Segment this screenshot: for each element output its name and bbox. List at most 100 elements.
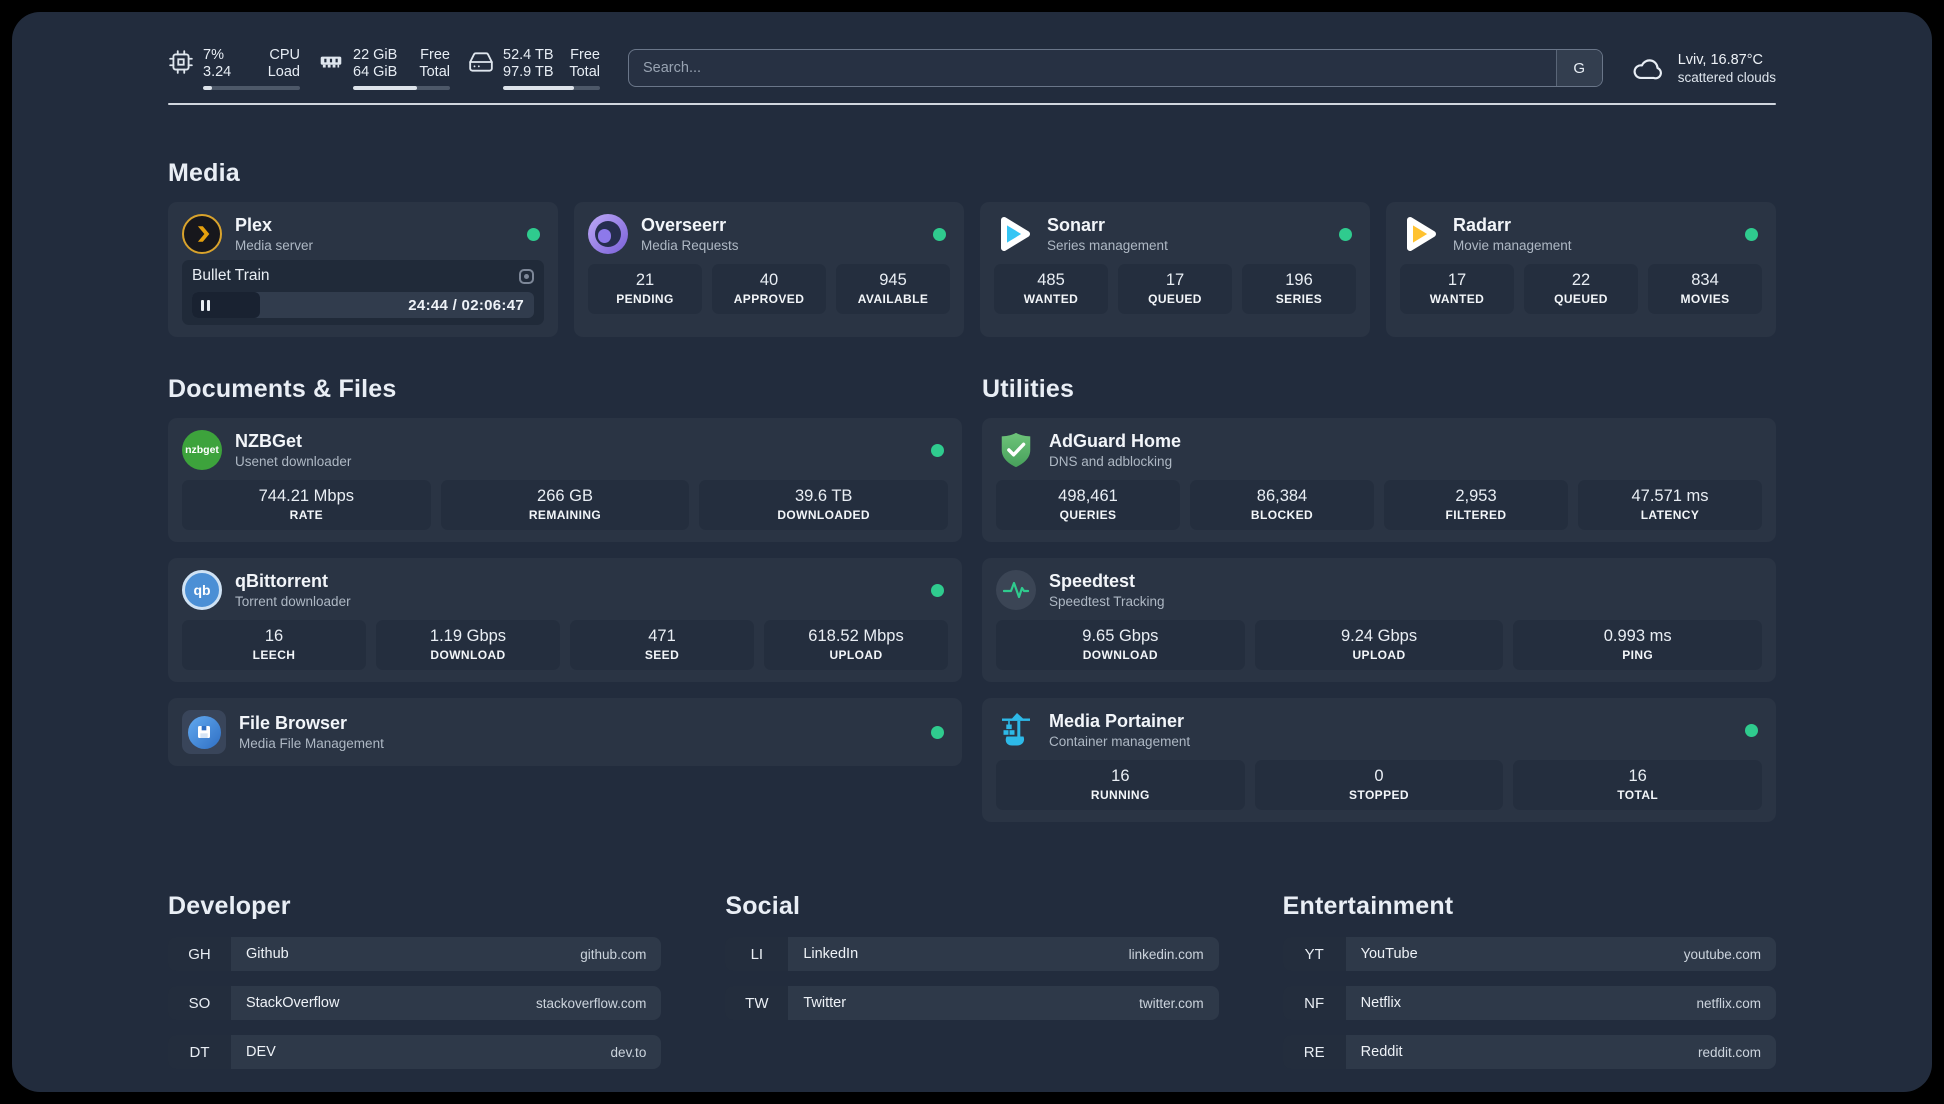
cpu-load: 3.24	[203, 64, 232, 80]
status-dot-online	[933, 227, 946, 241]
stat-wanted: 17 WANTED	[1400, 264, 1514, 314]
disk-total-label: Total	[569, 64, 600, 80]
stat-movies: 834 MOVIES	[1648, 264, 1762, 314]
stat-wanted: 485 WANTED	[994, 264, 1108, 314]
memory-total: 64 GiB	[353, 64, 398, 80]
service-card-nzbget[interactable]: nzbget NZBGet Usenet downloader 744.21 M…	[168, 418, 962, 542]
player-icon	[519, 268, 534, 284]
bookmark-abbr: RE	[1282, 1035, 1346, 1069]
documents-column: Documents & Files nzbget NZBGet Usenet d…	[168, 375, 962, 838]
service-title: AdGuard Home	[1049, 431, 1182, 451]
search-bar: G	[628, 49, 1603, 87]
bookmark-name: Twitter	[803, 995, 847, 1011]
cpu-percent: 7%	[203, 46, 224, 63]
cpu-progress-fill	[203, 85, 212, 90]
stat-series: 196 SERIES	[1242, 264, 1356, 314]
sonarr-icon	[994, 214, 1034, 254]
bookmark-reddit[interactable]: RE Reddit reddit.com	[1282, 1035, 1776, 1069]
bookmark-abbr: DT	[168, 1035, 231, 1069]
resource-monitors: 7% CPU 3.24 Load 22 GiB Free 64 GiB Total	[168, 47, 600, 90]
bookmark-abbr: GH	[168, 937, 231, 971]
service-card-portainer[interactable]: Media Portainer Container management 16 R…	[982, 698, 1776, 822]
stat-seed: 471 SEED	[570, 620, 754, 670]
memory-progress-track	[353, 85, 450, 90]
service-card-speedtest[interactable]: Speedtest Speedtest Tracking 9.65 Gbps DO…	[982, 558, 1776, 682]
cpu-icon	[169, 49, 193, 74]
playback-progress-fill	[192, 292, 261, 318]
bookmark-name: Reddit	[1360, 1044, 1403, 1060]
service-card-qbittorrent[interactable]: qb qBittorrent Torrent downloader 16 LEEC…	[168, 558, 962, 682]
service-subtitle: Media File Management	[239, 736, 384, 751]
search-input[interactable]	[629, 50, 1556, 86]
service-card-filebrowser[interactable]: File Browser Media File Management	[168, 698, 962, 766]
memory-free: 22 GiB	[353, 46, 398, 63]
stat-queries: 498,461 QUERIES	[996, 480, 1180, 530]
bookmark-group-developer: Developer GH Github github.com SO StackOv…	[168, 892, 662, 1084]
playback-progress-track: 24:44 / 02:06:47	[192, 292, 534, 318]
service-title: qBittorrent	[235, 571, 328, 591]
section-title-entertainment: Entertainment	[1282, 892, 1454, 920]
service-card-sonarr[interactable]: Sonarr Series management 485 WANTED 17 QUE…	[980, 202, 1370, 337]
service-subtitle: Media server	[235, 238, 314, 253]
bookmark-github[interactable]: GH Github github.com	[168, 937, 662, 971]
bookmark-name: LinkedIn	[803, 946, 859, 962]
status-dot-online	[527, 227, 540, 241]
service-title: Sonarr	[1047, 215, 1106, 235]
memory-free-label: Free	[420, 46, 450, 63]
service-title: Overseerr	[641, 215, 727, 235]
utilities-column: Utilities AdGuard Home DNS and adblockin…	[982, 375, 1776, 838]
service-title: Plex	[235, 215, 273, 235]
bookmark-youtube[interactable]: YT YouTube youtube.com	[1282, 937, 1776, 971]
adguard-icon	[996, 430, 1036, 470]
stat-download: 9.65 Gbps DOWNLOAD	[996, 620, 1245, 670]
bookmark-name: YouTube	[1360, 946, 1418, 962]
stat-running: 16 RUNNING	[996, 760, 1245, 810]
portainer-icon	[996, 710, 1036, 750]
stat-upload: 9.24 Gbps UPLOAD	[1254, 620, 1504, 670]
memory-icon	[320, 56, 342, 68]
speedtest-icon	[996, 570, 1036, 610]
disk-icon	[469, 51, 493, 72]
service-title: File Browser	[239, 713, 348, 733]
service-subtitle: Movie management	[1453, 238, 1572, 253]
bookmark-netflix[interactable]: NF Netflix netflix.com	[1282, 986, 1776, 1020]
cpu-label: CPU	[269, 46, 300, 63]
service-card-plex[interactable]: Plex Media server Bullet Train 24:44 / 0…	[168, 202, 558, 337]
pause-icon	[201, 299, 210, 311]
bookmark-abbr: LI	[725, 937, 789, 971]
bookmark-group-entertainment: Entertainment YT YouTube youtube.com NF N…	[1282, 892, 1776, 1084]
stat-filtered: 2,953 FILTERED	[1384, 480, 1568, 530]
bookmark-linkedin[interactable]: LI LinkedIn linkedin.com	[725, 937, 1219, 971]
header-divider	[168, 103, 1776, 105]
stat-ping: 0.993 ms PING	[1513, 620, 1763, 670]
service-subtitle: DNS and adblocking	[1049, 454, 1173, 469]
dashboard-panel: 7% CPU 3.24 Load 22 GiB Free 64 GiB Total	[12, 12, 1932, 1092]
service-title: Speedtest	[1049, 571, 1136, 591]
bookmark-dev[interactable]: DT DEV dev.to	[168, 1035, 662, 1069]
service-card-radarr[interactable]: Radarr Movie management 17 WANTED 22 QUEUE…	[1386, 202, 1776, 337]
search-provider-button[interactable]: G	[1555, 50, 1602, 86]
service-card-overseerr[interactable]: Overseerr Media Requests 21 PENDING 40 APP…	[574, 202, 964, 337]
cpu-load-label: Load	[267, 64, 300, 80]
stat-stopped: 0 STOPPED	[1254, 760, 1504, 810]
section-title-utilities: Utilities	[982, 375, 1075, 403]
stat-remaining: 266 GB REMAINING	[440, 480, 690, 530]
weather-condition: scattered clouds	[1677, 69, 1776, 85]
stat-available: 945 AVAILABLE	[836, 264, 950, 314]
section-title-media: Media	[168, 159, 240, 187]
memory-total-label: Total	[419, 64, 450, 80]
bookmark-twitter[interactable]: TW Twitter twitter.com	[725, 986, 1219, 1020]
service-subtitle: Usenet downloader	[235, 454, 352, 469]
service-subtitle: Speedtest Tracking	[1049, 594, 1165, 609]
service-subtitle: Series management	[1047, 238, 1168, 253]
bookmark-abbr: YT	[1282, 937, 1346, 971]
bookmark-stackoverflow[interactable]: SO StackOverflow stackoverflow.com	[168, 986, 662, 1020]
service-title: NZBGet	[235, 431, 302, 451]
plex-now-playing: Bullet Train 24:44 / 02:06:47	[182, 260, 544, 325]
weather-location-temp: Lviv, 16.87°C	[1677, 51, 1764, 68]
status-dot-online	[931, 725, 944, 739]
service-card-adguard[interactable]: AdGuard Home DNS and adblocking 498,461 Q…	[982, 418, 1776, 542]
status-dot-online	[1745, 723, 1758, 737]
bookmark-domain: netflix.com	[1696, 995, 1761, 1011]
bookmark-name: DEV	[246, 1044, 276, 1060]
